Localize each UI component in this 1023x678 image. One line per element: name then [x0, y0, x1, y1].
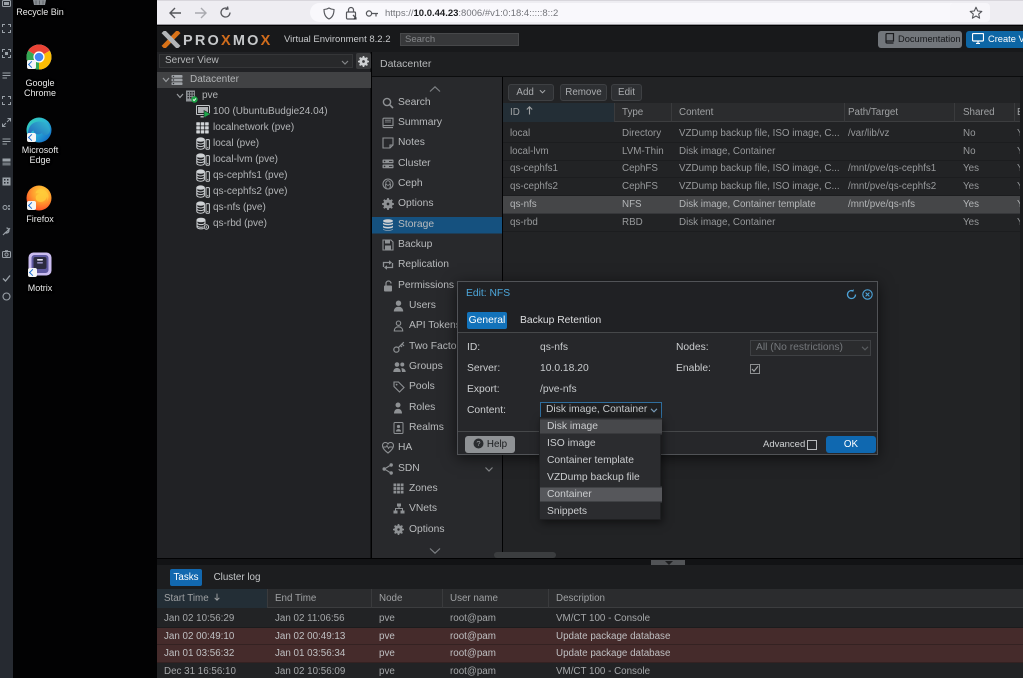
svg-text:?: ?	[476, 439, 480, 448]
